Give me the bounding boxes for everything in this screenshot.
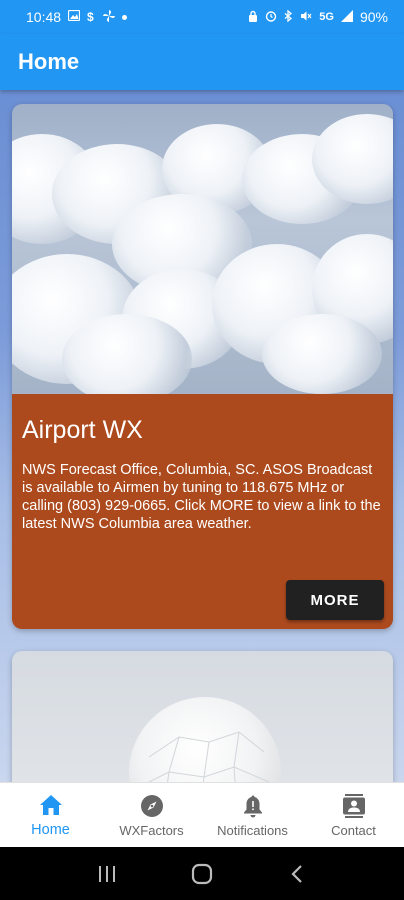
card-list[interactable]: Airport WX NWS Forecast Office, Columbia… xyxy=(0,90,404,782)
page-title: Home xyxy=(18,49,80,74)
radome-card[interactable] xyxy=(12,651,393,782)
contact-card-icon xyxy=(341,793,367,819)
clouds-image xyxy=(12,104,393,394)
svg-text:$: $ xyxy=(87,10,94,22)
battery-percent: 90% xyxy=(359,9,388,25)
status-right: 5G 90% xyxy=(248,9,388,25)
card-body: Airport WX NWS Forecast Office, Columbia… xyxy=(12,394,393,629)
bell-alert-icon xyxy=(240,793,266,819)
mute-icon xyxy=(300,10,312,25)
system-nav-bar xyxy=(0,847,404,900)
signal-icon xyxy=(340,9,353,25)
card-description: NWS Forecast Office, Columbia, SC. ASOS … xyxy=(22,462,381,532)
nav-home[interactable]: Home xyxy=(0,783,101,847)
app-bar: Home xyxy=(0,34,404,90)
recent-apps-icon xyxy=(99,865,116,882)
network-type: 5G xyxy=(319,11,334,23)
image-notification-icon xyxy=(67,9,81,24)
home-circle-icon xyxy=(191,863,213,884)
home-system-button[interactable] xyxy=(182,854,222,894)
card-title: Airport WX xyxy=(22,416,143,444)
nav-wxfactors[interactable]: WXFactors xyxy=(101,783,202,847)
status-bar: 10:48 $ 5G 90% xyxy=(0,0,404,34)
alarm-icon xyxy=(265,10,277,25)
nav-contact[interactable]: Contact xyxy=(303,783,404,847)
lock-icon xyxy=(248,10,258,25)
status-time: 10:48 xyxy=(26,9,62,25)
recent-apps-button[interactable] xyxy=(87,854,127,894)
back-button[interactable] xyxy=(277,854,317,894)
notification-dot-icon xyxy=(122,14,128,20)
nav-label-notifications: Notifications xyxy=(217,822,288,838)
nav-label-home: Home xyxy=(31,822,70,838)
nav-notifications[interactable]: Notifications xyxy=(202,783,303,847)
bottom-nav: Home WXFactors Notifications Contact xyxy=(0,782,404,847)
nav-label-contact: Contact xyxy=(331,822,376,838)
home-icon xyxy=(38,792,64,818)
bluetooth-icon xyxy=(284,9,293,25)
nav-label-wxfactors: WXFactors xyxy=(119,822,184,838)
radar-dome-image xyxy=(129,697,281,782)
airport-wx-card[interactable]: Airport WX NWS Forecast Office, Columbia… xyxy=(12,104,393,629)
dollar-notification-icon: $ xyxy=(87,10,96,25)
back-chevron-icon xyxy=(291,864,302,883)
compass-icon xyxy=(139,793,165,819)
pinwheel-notification-icon xyxy=(103,9,116,25)
more-button[interactable]: MORE xyxy=(286,580,384,620)
status-left: 10:48 $ xyxy=(26,9,128,25)
